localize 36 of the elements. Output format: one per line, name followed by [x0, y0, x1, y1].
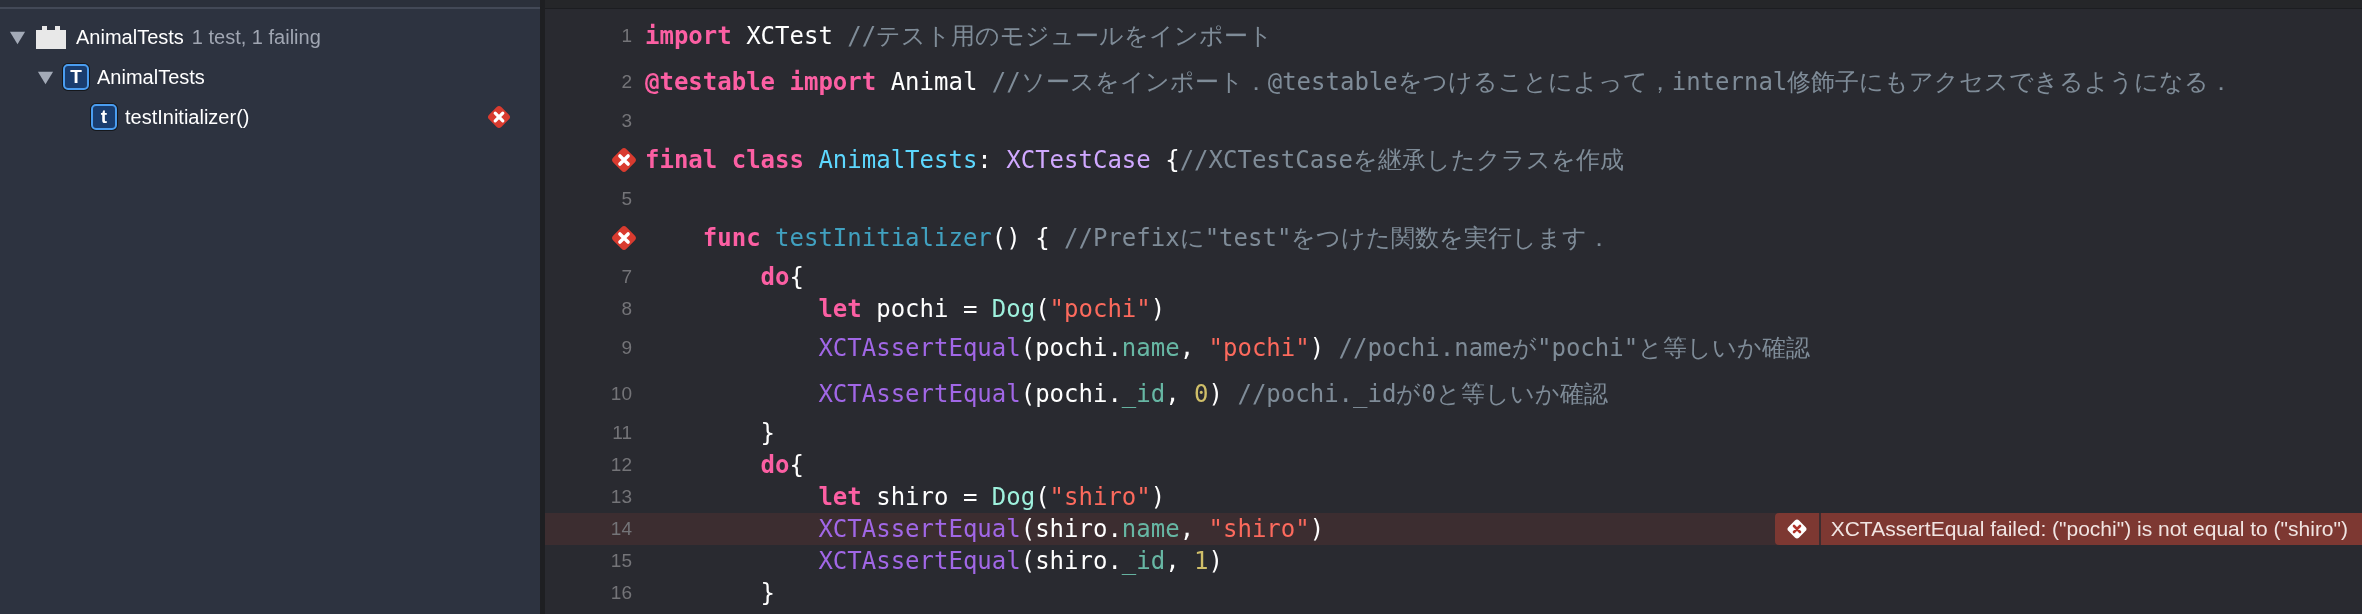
code-line: XCTAssertEqual(shiro._id, 1) [817, 547, 1223, 575]
line-number: 11 [612, 422, 632, 444]
tree-item[interactable]: AnimalTests [97, 65, 205, 89]
error-message: XCTAssertEqual failed: ("pochi") is not equal to ("shiro") [1820, 513, 2362, 545]
package-icon [35, 24, 67, 50]
line-number: 14 [610, 518, 632, 540]
code-line: @testable import Animal //ソースをインポート．@testableをつけることによって，internal修飾子にもアクセスできるようになる． [645, 67, 2234, 98]
code-line: let shiro = Dog("shiro") [817, 483, 1166, 511]
line-number: 8 [621, 298, 632, 320]
code-line: do{ [759, 451, 804, 479]
line-number: 12 [610, 454, 632, 476]
line-number: 15 [610, 550, 632, 572]
line-number: 3 [621, 110, 632, 132]
test-summary: 1 test, 1 failing [191, 25, 321, 49]
line-number: 10 [610, 383, 632, 405]
line-number: 9 [621, 337, 632, 359]
code-line: XCTAssertEqual(pochi._id, 0) //pochi._idが0と等しいか確認 [817, 379, 1608, 410]
code-line: XCTAssertEqual(pochi.name, "pochi") //pochi.nameが"pochi"と等しいか確認 [817, 333, 1811, 364]
line-number: 7 [621, 266, 632, 288]
tree-item[interactable]: testInitializer() [125, 105, 250, 129]
code-line: do{ [759, 263, 804, 291]
code-line: import XCTest //テスト用のモジュールをインポート [645, 21, 1274, 52]
line-number: 16 [610, 582, 632, 604]
code-line: func testInitializer() { //Prefixに"test"をつけた関数を実行します． [701, 223, 1612, 254]
line-number: 2 [621, 71, 632, 93]
code-line: XCTAssertEqual(shiro.name, "shiro") [817, 515, 1325, 543]
code-line: let pochi = Dog("pochi") [817, 295, 1166, 323]
code-line: final class AnimalTests: XCTestCase {//XCTestCaseを継承したクラスを作成 [645, 145, 1625, 176]
line-number: 5 [621, 188, 632, 210]
tree-item[interactable]: AnimalTests [76, 25, 184, 49]
class-badge-icon: T [63, 64, 89, 90]
line-number: 1 [621, 25, 632, 47]
code-line: } [759, 419, 776, 447]
code-line: } [759, 579, 776, 607]
line-number: 13 [610, 486, 632, 508]
test-badge-icon: t [91, 104, 117, 130]
